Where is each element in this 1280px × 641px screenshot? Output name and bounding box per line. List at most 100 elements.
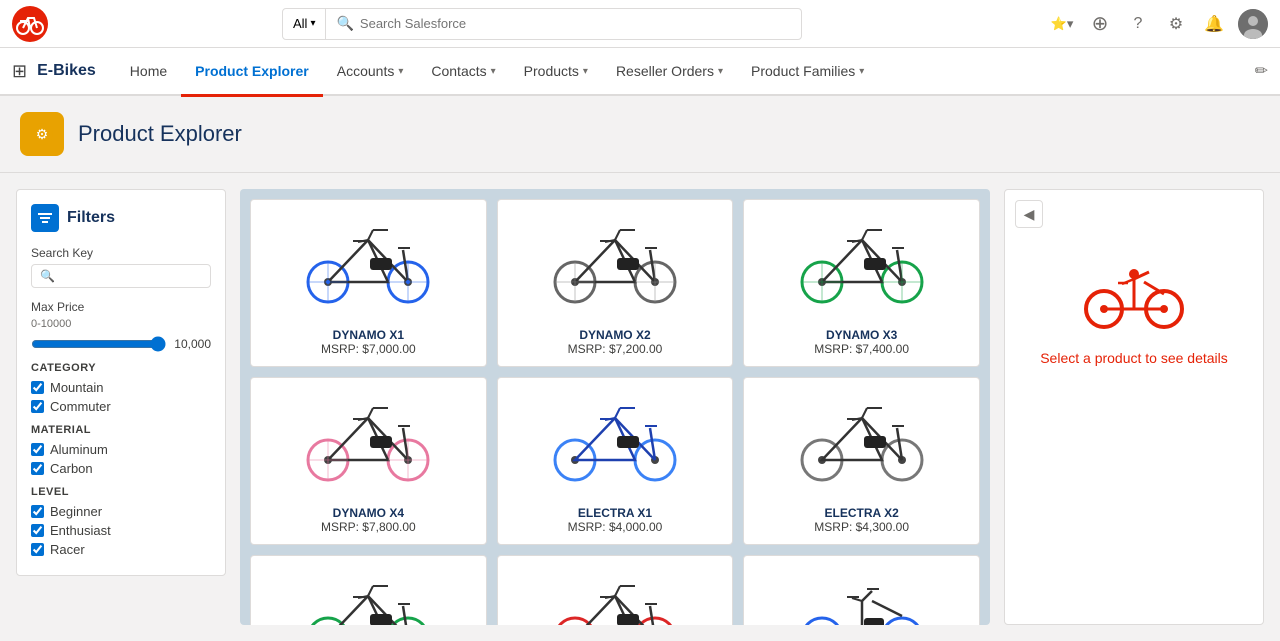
enthusiast-checkbox[interactable]	[31, 524, 44, 537]
svg-text:⚙: ⚙	[36, 126, 49, 142]
beginner-checkbox[interactable]	[31, 505, 44, 518]
notifications-button[interactable]: 🔔	[1200, 10, 1228, 38]
nav-contacts-label: Contacts	[431, 63, 486, 79]
price-label: Max Price	[31, 300, 211, 314]
page-header: ⚙ Product Explorer	[0, 96, 1280, 173]
price-value: 10,000	[174, 337, 211, 351]
app-name[interactable]: E-Bikes	[37, 62, 96, 80]
product-img-4	[261, 388, 476, 498]
filters-header: Filters	[31, 204, 211, 232]
products-area: DYNAMO X1 MSRP: $7,000.00	[240, 189, 990, 625]
product-price-1: MSRP: $7,000.00	[321, 342, 416, 356]
filter-racer: Racer	[31, 542, 211, 557]
filters-panel: Filters Search Key 🔍 Max Price 0-10000 1…	[16, 189, 226, 576]
product-card-2[interactable]: DYNAMO X2 MSRP: $7,200.00	[497, 199, 734, 367]
product-img-8	[508, 566, 723, 625]
beginner-label: Beginner	[50, 504, 102, 519]
filter-commuter: Commuter	[31, 399, 211, 414]
mountain-checkbox[interactable]	[31, 381, 44, 394]
filter-enthusiast: Enthusiast	[31, 523, 211, 538]
product-price-3: MSRP: $7,400.00	[814, 342, 909, 356]
commuter-label: Commuter	[50, 399, 111, 414]
price-range: 0-10000	[31, 318, 211, 330]
product-card-9[interactable]	[743, 555, 980, 625]
help-button[interactable]: ?	[1124, 10, 1152, 38]
product-card-3[interactable]: DYNAMO X3 MSRP: $7,400.00	[743, 199, 980, 367]
nav-product-explorer-label: Product Explorer	[195, 63, 309, 79]
product-card-5[interactable]: ELECTRA X1 MSRP: $4,000.00	[497, 377, 734, 545]
search-input[interactable]	[360, 16, 791, 31]
filters-icon	[31, 204, 59, 232]
product-price-6: MSRP: $4,300.00	[814, 520, 909, 534]
detail-panel: ◀ Select a product to see details	[1004, 189, 1264, 625]
price-slider[interactable]	[31, 336, 166, 352]
carbon-label: Carbon	[50, 461, 93, 476]
racer-checkbox[interactable]	[31, 543, 44, 556]
settings-button[interactable]: ⚙	[1162, 10, 1190, 38]
level-label: LEVEL	[31, 486, 211, 498]
product-price-4: MSRP: $7,800.00	[321, 520, 416, 534]
products-grid: DYNAMO X1 MSRP: $7,000.00	[250, 199, 980, 625]
product-img-2	[508, 210, 723, 320]
product-price-2: MSRP: $7,200.00	[568, 342, 663, 356]
product-img-6	[754, 388, 969, 498]
aluminum-label: Aluminum	[50, 442, 108, 457]
product-card-6[interactable]: ELECTRA X2 MSRP: $4,300.00	[743, 377, 980, 545]
mountain-label: Mountain	[50, 380, 103, 395]
nav-home-label: Home	[130, 63, 167, 79]
add-button[interactable]: ⊕	[1086, 10, 1114, 38]
filter-search-box[interactable]: 🔍	[31, 264, 211, 288]
nav-products-label: Products	[524, 63, 579, 79]
nav-products[interactable]: Products ▾	[510, 47, 602, 95]
filter-beginner: Beginner	[31, 504, 211, 519]
detail-select-text: Select a product to see details	[1040, 350, 1228, 366]
enthusiast-label: Enthusiast	[50, 523, 111, 538]
carbon-checkbox[interactable]	[31, 462, 44, 475]
collapse-icon: ◀	[1024, 206, 1035, 223]
aluminum-checkbox[interactable]	[31, 443, 44, 456]
product-name-1: DYNAMO X1	[333, 328, 404, 342]
filters-title: Filters	[67, 209, 115, 227]
nav-product-explorer[interactable]: Product Explorer	[181, 47, 323, 95]
nav-accounts[interactable]: Accounts ▾	[323, 47, 418, 95]
filter-aluminum: Aluminum	[31, 442, 211, 457]
search-inner: 🔍	[326, 15, 801, 32]
product-card-4[interactable]: DYNAMO X4 MSRP: $7,800.00	[250, 377, 487, 545]
topbar: All ▾ 🔍 ⭐▾ ⊕ ? ⚙ 🔔	[0, 0, 1280, 48]
filter-carbon: Carbon	[31, 461, 211, 476]
nav-products-chevron-icon: ▾	[583, 66, 588, 77]
product-card-8[interactable]	[497, 555, 734, 625]
nav-contacts-chevron-icon: ▾	[491, 66, 496, 77]
topbar-icons: ⭐▾ ⊕ ? ⚙ 🔔	[1048, 9, 1268, 39]
nav-contacts[interactable]: Contacts ▾	[417, 47, 509, 95]
search-bar: All ▾ 🔍	[282, 8, 802, 40]
user-avatar[interactable]	[1238, 9, 1268, 39]
page-header-icon: ⚙	[20, 112, 64, 156]
nav-grid-icon[interactable]: ⊞	[12, 61, 27, 82]
favorites-button[interactable]: ⭐▾	[1048, 10, 1076, 38]
commuter-checkbox[interactable]	[31, 400, 44, 413]
racer-label: Racer	[50, 542, 85, 557]
nav-product-families[interactable]: Product Families ▾	[737, 47, 878, 95]
product-img-9	[754, 566, 969, 625]
nav-home[interactable]: Home	[116, 47, 181, 95]
product-name-2: DYNAMO X2	[579, 328, 650, 342]
nav-edit-icon[interactable]: ✏	[1255, 61, 1268, 81]
filter-search-icon: 🔍	[40, 269, 55, 283]
nav-reseller-orders[interactable]: Reseller Orders ▾	[602, 47, 737, 95]
filter-search-input[interactable]	[59, 269, 202, 283]
product-card-1[interactable]: DYNAMO X1 MSRP: $7,000.00	[250, 199, 487, 367]
all-chevron-icon: ▾	[310, 18, 315, 29]
category-label: CATEGORY	[31, 362, 211, 374]
product-name-4: DYNAMO X4	[333, 506, 404, 520]
nav-accounts-label: Accounts	[337, 63, 395, 79]
product-img-7	[261, 566, 476, 625]
detail-logo-icon	[1084, 264, 1184, 334]
search-icon: 🔍	[336, 15, 353, 32]
product-card-7[interactable]	[250, 555, 487, 625]
all-dropdown[interactable]: All ▾	[283, 9, 326, 39]
price-slider-wrap: 10,000	[31, 336, 211, 352]
product-name-5: ELECTRA X1	[578, 506, 652, 520]
search-key-label: Search Key	[31, 246, 211, 260]
detail-collapse-button[interactable]: ◀	[1015, 200, 1043, 228]
